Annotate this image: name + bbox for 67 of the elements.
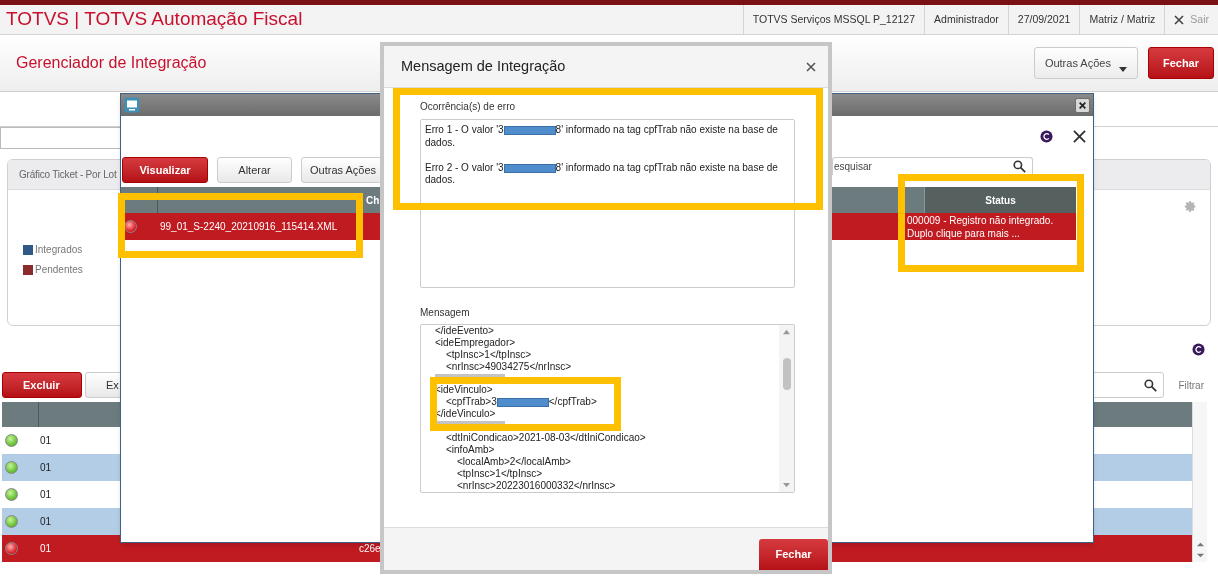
table-cell-text: 01: [39, 488, 53, 502]
code-line: <nrInsc>20223016000332</nrInsc>: [457, 479, 616, 492]
header-info: Administrador: [924, 5, 1008, 34]
caret-icon: [1118, 65, 1127, 73]
table-cell-text: 01: [39, 515, 53, 529]
error-text: 8' informado na tag cpfTrab não existe na base de: [555, 124, 778, 137]
code-line: <ideEmpregador>: [435, 336, 516, 349]
app-title: TOTVS | TOTVS Automação Fiscal: [5, 7, 303, 32]
search-field[interactable]: esquisar: [832, 157, 1033, 175]
message-box[interactable]: [420, 324, 795, 493]
close-icon: [1174, 14, 1185, 25]
code-line: <tpInsc>1</tpInsc>: [457, 467, 543, 480]
legend-label: Integrados: [35, 243, 83, 257]
legend-label: Pendentes: [35, 263, 83, 277]
info-icon[interactable]: [1040, 129, 1053, 143]
scroll-up-icon[interactable]: [782, 328, 791, 335]
menu-button[interactable]: Outras Ações: [1033, 47, 1138, 79]
toolbar-button[interactable]: Alterar: [217, 157, 292, 183]
search-icon[interactable]: [1013, 160, 1026, 173]
table-cell-text: 01: [39, 434, 53, 448]
column-header[interactable]: Status: [985, 192, 1016, 208]
card-title: Gráfico Ticket - Por Lot: [19, 168, 117, 182]
table-cell-text: 000009 - Registro não integrado. Duplo clique para mais ...: [907, 214, 1055, 240]
error-text: dados.: [425, 136, 456, 150]
error-text: Erro 2 - O valor '3: [425, 161, 504, 175]
code-line: <dtIniCondicao>2021-08-03</dtIniCondicao>: [446, 432, 646, 444]
scrollbar[interactable]: [779, 325, 794, 492]
code-line: <ideVinculo>: [435, 384, 493, 397]
scroll-down-icon[interactable]: [1195, 551, 1205, 560]
toolbar-button[interactable]: Excluir: [2, 372, 82, 398]
field-label: Ocorrência(s) de erro: [420, 100, 517, 114]
column-header[interactable]: Ch: [366, 192, 380, 208]
toolbar-button[interactable]: Visualizar: [122, 157, 208, 183]
table-cell-text: c26e: [359, 542, 381, 556]
header-info: 27/09/2021: [1007, 5, 1080, 34]
scroll-thumb[interactable]: [782, 357, 791, 390]
modal-title: Mensagem de Integração: [401, 56, 566, 76]
page-title: Gerenciador de Integração: [16, 53, 207, 73]
code-line: </ideEvento>: [435, 325, 494, 337]
code-line: <nrInsc>49034275</nrInsc>: [446, 360, 572, 373]
info-icon[interactable]: [1192, 342, 1205, 356]
code-line: <localAmb>2</localAmb>: [457, 455, 571, 468]
code-line: </ideVinculo>: [435, 408, 496, 421]
table-cell-text: 99_01_S-2240_20210916_115414.XML: [159, 220, 339, 234]
header-info: TOTVS Serviços MSSQL P_12127: [742, 5, 925, 34]
error-text-area[interactable]: Erro 1 - O valor '3 8' informado na tag cpfTrab não existe na base de dados. Erro 2 - O valor '3 8' informado na tag cpfTrab não existe na base de dados.: [420, 119, 795, 288]
header-info: Matriz / Matriz: [1079, 5, 1165, 34]
table-cell-text: 01: [39, 461, 53, 475]
code-line: <infoAmb>: [446, 443, 495, 456]
monitor-icon: [124, 97, 140, 113]
code-line: </cpfTrab>: [548, 396, 597, 409]
scrollbar[interactable]: [1192, 402, 1207, 562]
error-text: Erro 1 - O valor '3: [425, 124, 504, 137]
close-icon[interactable]: [1075, 97, 1090, 113]
scroll-up-icon[interactable]: [1195, 540, 1205, 549]
code-line: <cpfTrab>3: [446, 396, 497, 409]
table-cell-text: 01: [39, 542, 53, 556]
close-icon[interactable]: [806, 61, 816, 72]
close-button[interactable]: Fechar: [1147, 47, 1214, 79]
search-icon[interactable]: [1144, 378, 1158, 392]
close-button[interactable]: Fechar: [759, 539, 828, 570]
field-label: Mensagem: [420, 306, 471, 320]
filter-link[interactable]: Filtrar: [1164, 377, 1218, 393]
error-text: dados.: [425, 174, 456, 187]
error-text: 8' informado na tag cpfTrab não existe na base de: [555, 161, 778, 175]
code-line: <tpInsc>1</tpInsc>: [446, 348, 532, 361]
close-icon[interactable]: [1073, 129, 1086, 143]
